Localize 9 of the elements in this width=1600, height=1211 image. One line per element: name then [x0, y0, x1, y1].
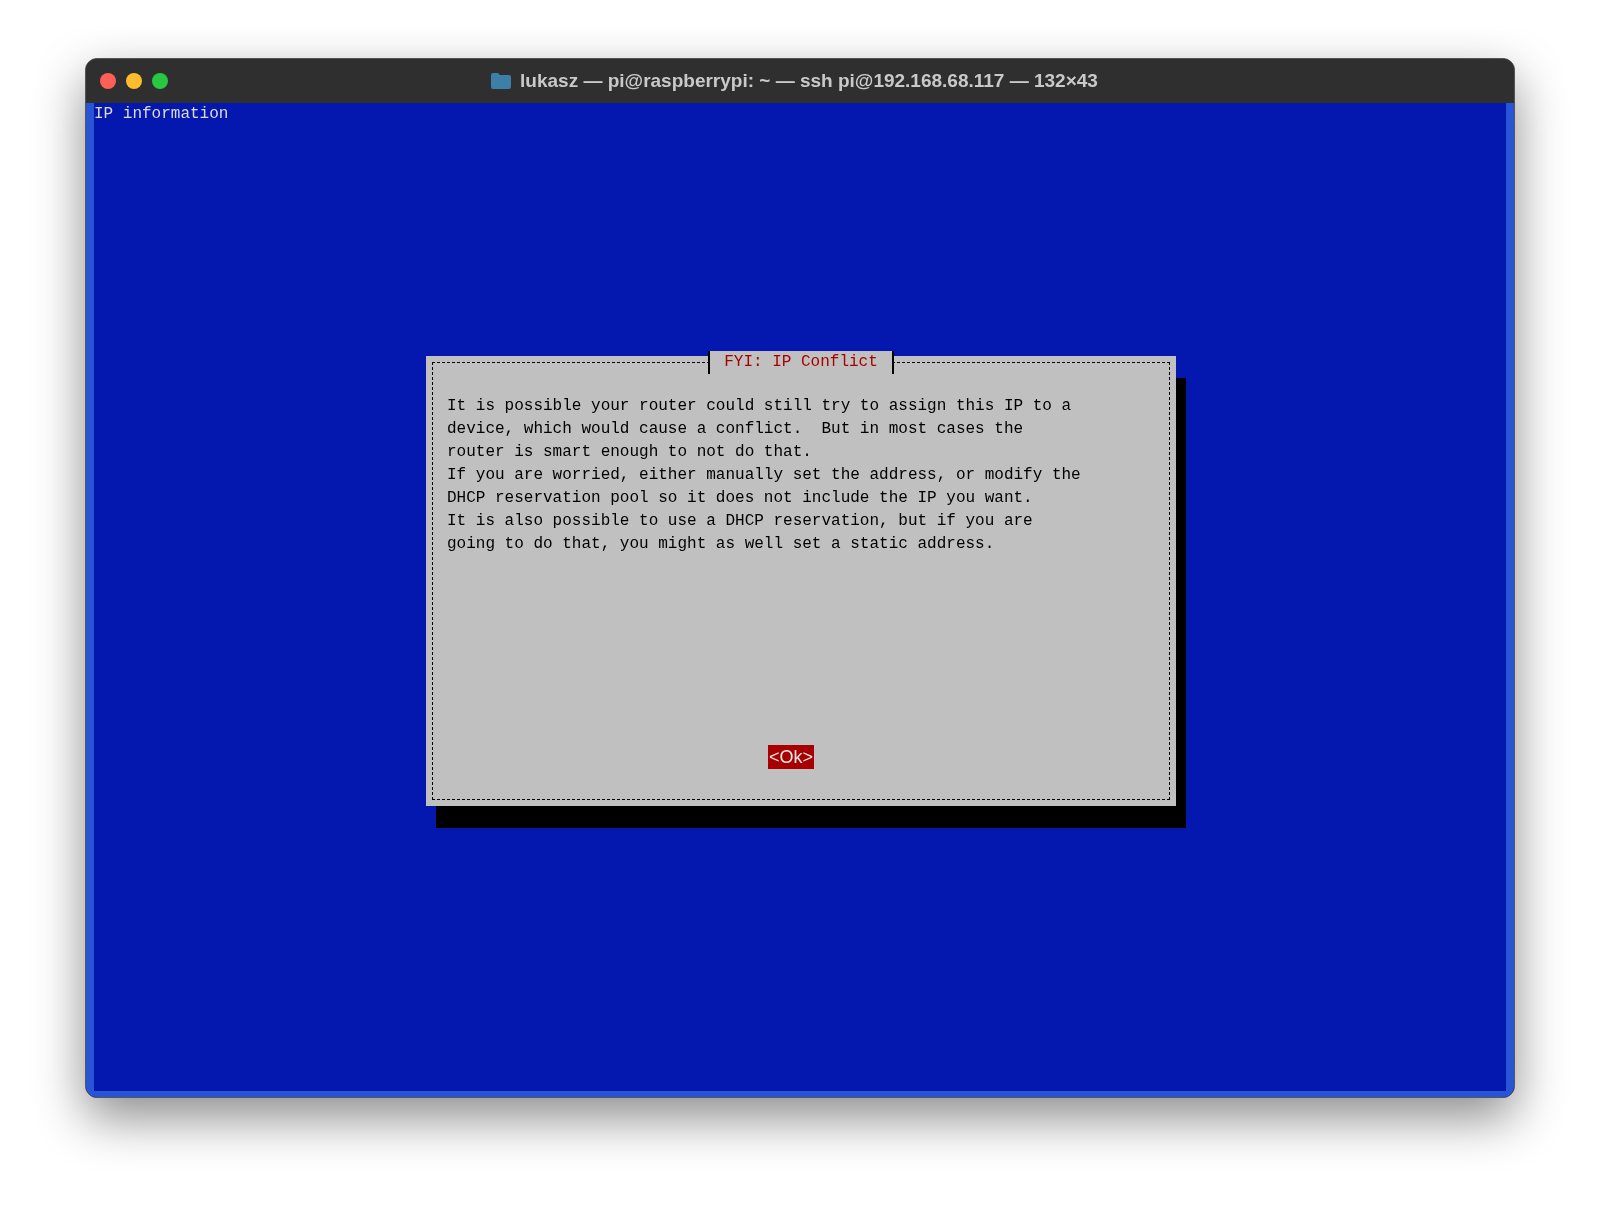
dialog-message: It is possible your router could still try to assign this IP to a device, which would cause a conflict. But in most cases the router is smart enough to not do that. If you are worried, either manually set the address, or modify the DHCP reservation pool so it does not include the IP you want. It is also possible to use a DHCP reservation, but if you are going to do that, you might as well set a static address. [447, 396, 1081, 555]
ok-button[interactable]: <Ok> [768, 745, 814, 769]
folder-icon [490, 72, 513, 90]
window-title: lukasz — pi@raspberrypi: ~ — ssh pi@192.168.68.117 — 132×43 [520, 68, 1098, 93]
zoom-button[interactable] [152, 73, 168, 89]
minimize-button[interactable] [126, 73, 142, 89]
dialog-title: FYI: IP Conflict [708, 351, 894, 374]
backtitle: IP information [94, 104, 229, 125]
close-button[interactable] [100, 73, 116, 89]
